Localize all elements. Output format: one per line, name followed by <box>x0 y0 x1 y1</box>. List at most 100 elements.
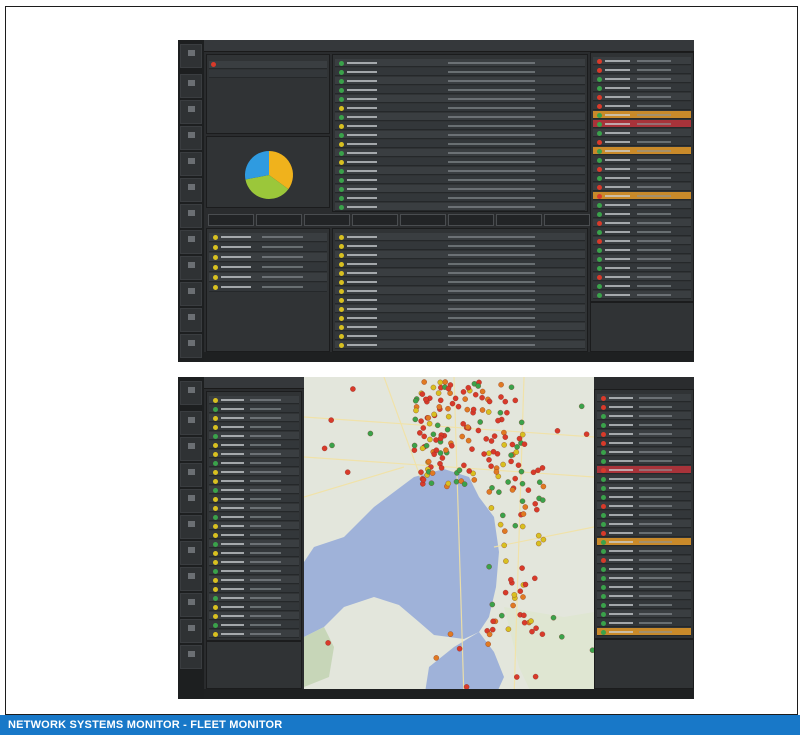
nav-icon[interactable] <box>180 126 202 150</box>
map-marker-icon[interactable] <box>521 612 527 619</box>
map-marker-icon[interactable] <box>367 430 374 437</box>
map-marker-icon[interactable] <box>477 419 483 425</box>
list-item[interactable] <box>597 439 691 447</box>
map-marker-icon[interactable] <box>521 441 528 447</box>
map-marker-icon[interactable] <box>449 400 456 407</box>
map-marker-icon[interactable] <box>418 418 424 424</box>
list-item[interactable] <box>209 414 299 422</box>
list-item[interactable] <box>593 201 691 209</box>
map-marker-icon[interactable] <box>435 390 442 396</box>
map-marker-icon[interactable] <box>512 397 519 404</box>
map-marker-icon[interactable] <box>519 523 526 530</box>
map-marker-icon[interactable] <box>329 442 335 449</box>
map-marker-icon[interactable] <box>504 409 510 416</box>
list-item[interactable] <box>335 323 585 331</box>
map-marker-icon[interactable] <box>518 419 525 426</box>
map-marker-icon[interactable] <box>539 465 546 471</box>
list-item[interactable] <box>597 583 691 591</box>
map-marker-icon[interactable] <box>486 398 493 405</box>
map-marker-icon[interactable] <box>519 431 526 438</box>
map-marker-icon[interactable] <box>445 413 452 420</box>
map-marker-icon[interactable] <box>525 487 532 493</box>
map-marker-icon[interactable] <box>425 458 432 465</box>
list-item[interactable] <box>209 441 299 449</box>
map-marker-icon[interactable] <box>491 433 498 439</box>
map-marker-icon[interactable] <box>515 462 522 468</box>
list-item[interactable] <box>597 592 691 600</box>
map-marker-icon[interactable] <box>528 618 534 624</box>
map-marker-icon[interactable] <box>438 465 445 471</box>
list-item[interactable] <box>209 253 327 262</box>
map-marker-icon[interactable] <box>456 467 463 473</box>
map-marker-icon[interactable] <box>431 411 437 418</box>
pie-slice[interactable] <box>245 151 269 180</box>
map-marker-icon[interactable] <box>497 409 504 416</box>
map-marker-icon[interactable] <box>539 631 546 637</box>
map-marker-icon[interactable] <box>462 396 468 402</box>
list-item[interactable] <box>335 203 585 211</box>
map-marker-icon[interactable] <box>501 442 507 448</box>
list-item[interactable] <box>335 185 585 193</box>
nav-icon[interactable] <box>180 411 202 435</box>
map-marker-icon[interactable] <box>437 435 444 442</box>
list-item[interactable] <box>597 529 691 537</box>
action-button[interactable] <box>400 214 446 226</box>
map-marker-icon[interactable] <box>455 403 462 410</box>
list-item[interactable] <box>335 140 585 148</box>
map-marker-icon[interactable] <box>485 409 492 415</box>
map-marker-icon[interactable] <box>418 469 424 475</box>
list-item[interactable] <box>209 432 299 440</box>
map-marker-icon[interactable] <box>411 442 418 449</box>
list-item[interactable] <box>335 296 585 304</box>
nav-icon[interactable] <box>180 463 202 487</box>
list-item[interactable] <box>209 468 299 476</box>
map-marker-icon[interactable] <box>472 391 479 398</box>
list-item[interactable] <box>597 448 691 456</box>
list-item[interactable] <box>209 630 299 638</box>
search-bar[interactable] <box>334 40 589 52</box>
nav-icon[interactable] <box>180 100 202 124</box>
list-item[interactable] <box>209 283 327 292</box>
map-marker-icon[interactable] <box>514 444 520 450</box>
map-marker-icon[interactable] <box>423 442 430 449</box>
list-item[interactable] <box>593 237 691 245</box>
map-marker-icon[interactable] <box>486 563 492 570</box>
list-item[interactable] <box>593 210 691 218</box>
list-item[interactable] <box>209 522 299 530</box>
nav-icon[interactable] <box>180 230 202 254</box>
map-marker-icon[interactable] <box>489 626 496 633</box>
list-item[interactable] <box>209 405 299 413</box>
list-item[interactable] <box>335 158 585 166</box>
list-item[interactable] <box>209 396 299 404</box>
map-marker-icon[interactable] <box>508 576 514 583</box>
nav-icon[interactable] <box>180 515 202 539</box>
map-marker-icon[interactable] <box>459 433 465 440</box>
nav-icon[interactable] <box>180 619 202 643</box>
map-marker-icon[interactable] <box>498 381 504 388</box>
list-item[interactable] <box>593 129 691 137</box>
list-item[interactable] <box>335 278 585 286</box>
map-marker-icon[interactable] <box>540 536 547 543</box>
map-marker-icon[interactable] <box>498 394 504 400</box>
map-marker-icon[interactable] <box>501 542 507 549</box>
map-marker-icon[interactable] <box>490 448 497 455</box>
map-marker-icon[interactable] <box>521 619 528 626</box>
map-marker-icon[interactable] <box>460 389 467 395</box>
map-marker-icon[interactable] <box>437 397 444 404</box>
map-marker-icon[interactable] <box>511 592 518 598</box>
map-marker-icon[interactable] <box>437 379 444 386</box>
nav-icon[interactable] <box>180 334 202 358</box>
list-item[interactable] <box>597 421 691 429</box>
map-marker-icon[interactable] <box>518 468 525 475</box>
list-item[interactable] <box>335 122 585 130</box>
map-marker-icon[interactable] <box>486 450 492 456</box>
list-item[interactable] <box>335 176 585 184</box>
map-marker-icon[interactable] <box>328 417 334 423</box>
list-item[interactable] <box>335 251 585 259</box>
list-item[interactable] <box>209 477 299 485</box>
action-button[interactable] <box>544 214 590 226</box>
fleet-map[interactable] <box>304 377 594 699</box>
nav-icon[interactable] <box>180 541 202 565</box>
map-marker-icon[interactable] <box>509 487 516 493</box>
list-item[interactable] <box>597 493 691 501</box>
